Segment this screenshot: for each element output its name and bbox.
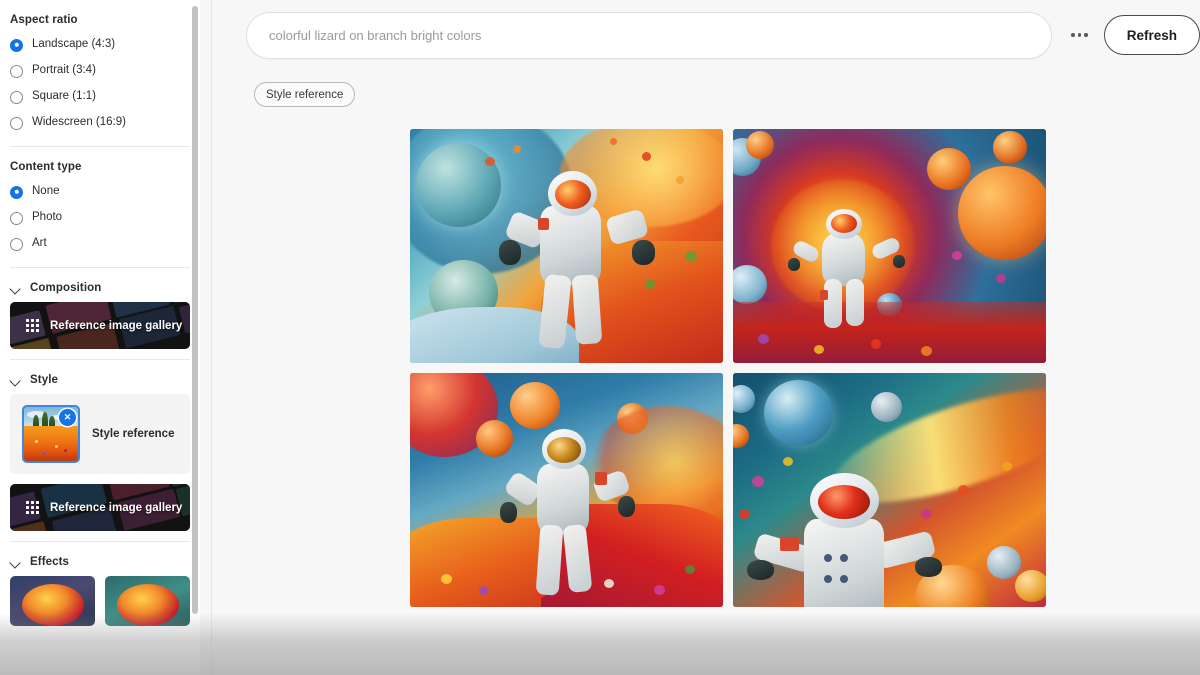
artwork-astronaut-flower-galaxy bbox=[733, 129, 1046, 363]
radio-landscape-indicator[interactable] bbox=[10, 38, 23, 52]
radio-landscape[interactable]: Landscape (4:3) bbox=[10, 32, 190, 58]
section-style: Style ✕ Style reference Reference image … bbox=[10, 360, 190, 531]
radio-photo[interactable]: Photo bbox=[10, 205, 190, 231]
section-composition: Composition Reference image gallery bbox=[10, 268, 190, 349]
chevron-down-icon bbox=[10, 556, 22, 568]
grid-icon bbox=[26, 319, 39, 332]
radio-widescreen-indicator[interactable] bbox=[10, 116, 23, 130]
style-reference-gallery-button[interactable]: Reference image gallery bbox=[10, 484, 190, 531]
radio-landscape-label: Landscape (4:3) bbox=[32, 38, 116, 51]
style-gallery-label: Reference image gallery bbox=[50, 501, 183, 514]
radio-art[interactable]: Art bbox=[10, 231, 190, 257]
grid-icon bbox=[26, 501, 39, 514]
artwork-astronaut-flower-planet bbox=[410, 129, 723, 363]
prompt-input[interactable]: colorful lizard on branch bright colors bbox=[246, 11, 1052, 59]
generated-image-4[interactable] bbox=[733, 373, 1046, 607]
radio-square-indicator[interactable] bbox=[10, 90, 23, 104]
settings-sidebar: Aspect ratio Landscape (4:3) Portrait (3… bbox=[0, 0, 200, 675]
radio-portrait-indicator[interactable] bbox=[10, 64, 23, 78]
effects-title: Effects bbox=[30, 556, 70, 568]
effect-thumbnail[interactable] bbox=[10, 576, 95, 626]
generated-image-2[interactable] bbox=[733, 129, 1046, 363]
artwork-astronaut-red-field bbox=[410, 373, 723, 607]
radio-widescreen[interactable]: Widescreen (16:9) bbox=[10, 110, 190, 136]
content-type-title: Content type bbox=[10, 161, 82, 173]
thumbnail-poppy-field bbox=[24, 426, 78, 461]
sidebar-scrollbar-track[interactable] bbox=[190, 0, 200, 675]
style-gallery-label-wrap: Reference image gallery bbox=[10, 484, 190, 531]
radio-portrait-label: Portrait (3:4) bbox=[32, 64, 96, 77]
remove-style-reference-icon[interactable]: ✕ bbox=[59, 409, 76, 426]
radio-art-indicator[interactable] bbox=[10, 237, 23, 251]
dot bbox=[1084, 33, 1088, 37]
style-reference-card[interactable]: ✕ Style reference bbox=[10, 394, 190, 474]
effects-header[interactable]: Effects bbox=[10, 548, 190, 574]
prompt-toolbar: colorful lizard on branch bright colors … bbox=[200, 0, 1200, 70]
radio-art-label: Art bbox=[32, 237, 47, 250]
style-reference-thumbnail[interactable]: ✕ bbox=[22, 405, 80, 463]
style-header[interactable]: Style bbox=[10, 366, 190, 392]
composition-title: Composition bbox=[30, 282, 102, 294]
effect-preview-art bbox=[21, 584, 84, 626]
sidebar-divider bbox=[211, 0, 212, 675]
dot bbox=[1071, 33, 1075, 37]
effect-preview-art bbox=[116, 584, 179, 626]
more-options-button[interactable] bbox=[1060, 15, 1100, 55]
effects-thumbnail-row bbox=[10, 576, 190, 626]
style-title: Style bbox=[30, 374, 58, 386]
chevron-down-icon bbox=[10, 374, 22, 386]
style-reference-label: Style reference bbox=[92, 428, 175, 440]
chip-style-reference[interactable]: Style reference bbox=[254, 82, 356, 107]
effect-thumbnail[interactable] bbox=[105, 576, 190, 626]
main-content: colorful lizard on branch bright colors … bbox=[200, 0, 1200, 675]
generated-image-3[interactable] bbox=[410, 373, 723, 607]
aspect-ratio-title: Aspect ratio bbox=[10, 14, 78, 26]
sidebar-scrollbar-thumb[interactable] bbox=[192, 6, 198, 614]
radio-square-label: Square (1:1) bbox=[32, 90, 96, 103]
section-aspect-ratio: Aspect ratio Landscape (4:3) Portrait (3… bbox=[10, 0, 190, 136]
section-content-type: Content type None Photo Art bbox=[10, 147, 190, 257]
active-filters-row: Style reference bbox=[200, 70, 1200, 107]
radio-none-label: None bbox=[32, 185, 60, 198]
refresh-button[interactable]: Refresh bbox=[1103, 15, 1200, 55]
section-effects: Effects bbox=[10, 542, 190, 626]
radio-portrait[interactable]: Portrait (3:4) bbox=[10, 58, 190, 84]
generated-image-1[interactable] bbox=[410, 129, 723, 363]
radio-none[interactable]: None bbox=[10, 179, 190, 205]
dot bbox=[1077, 33, 1082, 37]
radio-none-indicator[interactable] bbox=[10, 185, 23, 199]
radio-photo-label: Photo bbox=[32, 211, 63, 224]
radio-widescreen-label: Widescreen (16:9) bbox=[32, 116, 126, 129]
artwork-astronaut-galaxy-spiral bbox=[733, 373, 1046, 607]
composition-gallery-label-wrap: Reference image gallery bbox=[10, 302, 190, 349]
generated-images-grid bbox=[200, 107, 1200, 607]
app-root: Aspect ratio Landscape (4:3) Portrait (3… bbox=[0, 0, 1200, 675]
composition-header[interactable]: Composition bbox=[10, 274, 190, 300]
radio-square[interactable]: Square (1:1) bbox=[10, 84, 190, 110]
radio-photo-indicator[interactable] bbox=[10, 211, 23, 225]
composition-reference-gallery-button[interactable]: Reference image gallery bbox=[10, 302, 190, 349]
composition-gallery-label: Reference image gallery bbox=[50, 319, 183, 332]
chevron-down-icon bbox=[10, 282, 22, 294]
